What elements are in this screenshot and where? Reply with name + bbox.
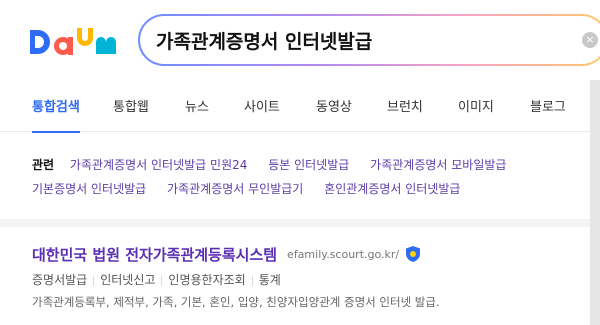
tab-brunch[interactable]: 브런치 — [387, 86, 423, 132]
related-link[interactable]: 혼인관계증명서 인터넷발급 — [324, 182, 460, 196]
search-result: 대한민국 법원 전자가족관계등록시스템 efamily.scourt.go.kr… — [32, 243, 592, 310]
tab-web[interactable]: 통합웹 — [113, 86, 149, 132]
scrollbar-gutter — [590, 80, 600, 325]
sitelink[interactable]: 인터넷신고 — [100, 273, 155, 287]
result-title-link[interactable]: 대한민국 법원 전자가족관계등록시스템 — [32, 244, 277, 265]
sitelink[interactable]: 인명용한자조회 — [168, 273, 245, 287]
search-results-page: × 통합검색 통합웹 뉴스 사이트 동영상 브런치 이미지 블로그 관련 가족관… — [0, 0, 600, 325]
divider — [251, 275, 253, 286]
verified-shield-icon — [406, 246, 421, 262]
search-tabs: 통합검색 통합웹 뉴스 사이트 동영상 브런치 이미지 블로그 — [0, 86, 600, 133]
result-description: 가족관계등록부, 제적부, 가족, 기본, 혼인, 입양, 친양자입양관계 증명… — [32, 295, 440, 309]
tab-video[interactable]: 동영상 — [316, 86, 352, 132]
sitelink[interactable]: 통계 — [259, 273, 281, 287]
tab-site[interactable]: 사이트 — [244, 86, 280, 132]
related-link[interactable]: 가족관계증명서 무인발급기 — [167, 182, 303, 196]
search-box — [138, 14, 600, 66]
sitelink[interactable]: 증명서발급 — [32, 273, 87, 287]
section-divider — [0, 219, 600, 227]
related-link[interactable]: 기본증명서 인터넷발급 — [32, 182, 146, 196]
result-url[interactable]: efamily.scourt.go.kr/ — [287, 248, 399, 261]
related-link[interactable]: 등본 인터넷발급 — [268, 158, 349, 172]
header: × — [0, 0, 600, 80]
result-sitelinks: 증명서발급 인터넷신고 인명용한자조회 통계 — [32, 271, 592, 288]
daum-logo[interactable] — [28, 22, 120, 62]
tab-blog[interactable]: 블로그 — [530, 86, 566, 132]
divider — [93, 275, 95, 286]
tab-news[interactable]: 뉴스 — [185, 86, 209, 132]
tab-image[interactable]: 이미지 — [458, 86, 494, 132]
related-searches: 관련 가족관계증명서 인터넷발급 민원24 등본 인터넷발급 가족관계증명서 모… — [32, 156, 592, 204]
tab-integrated-search[interactable]: 통합검색 — [32, 86, 80, 133]
clear-search-icon[interactable]: × — [582, 32, 598, 48]
divider — [161, 275, 163, 286]
search-input[interactable] — [156, 29, 556, 51]
related-title: 관련 — [32, 158, 55, 172]
related-link[interactable]: 가족관계증명서 인터넷발급 민원24 — [70, 158, 247, 172]
related-link[interactable]: 가족관계증명서 모바일발급 — [370, 158, 506, 172]
